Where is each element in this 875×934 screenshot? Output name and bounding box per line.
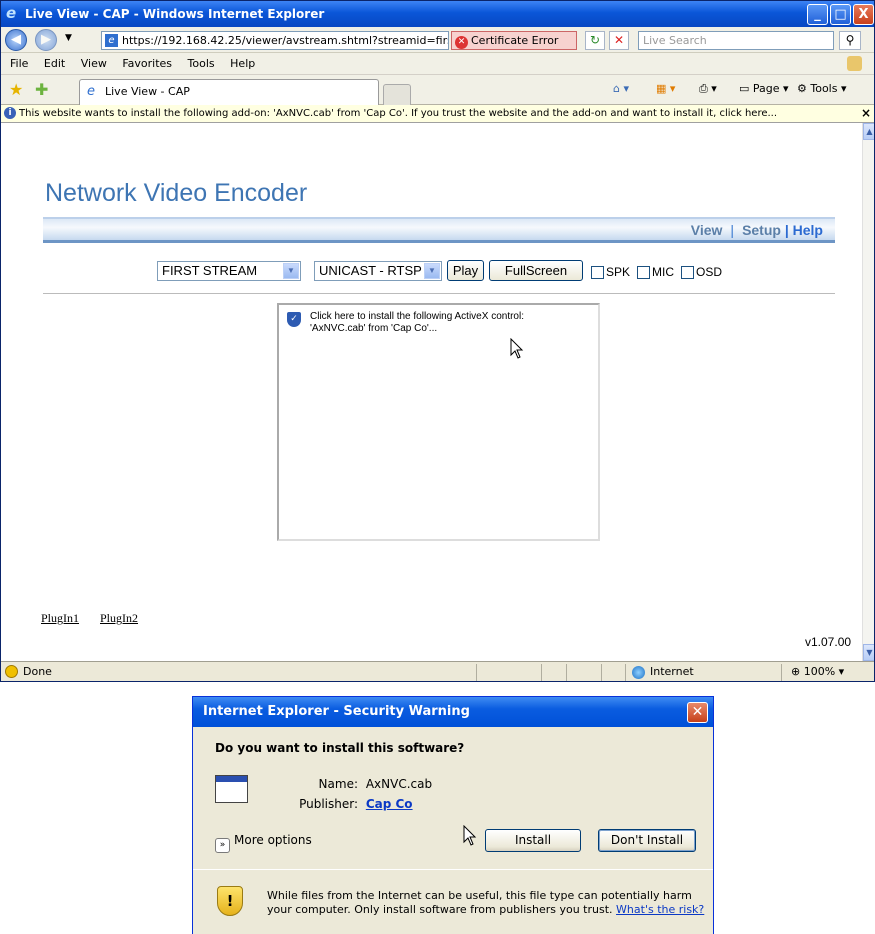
refresh-icon[interactable]: ↻ [585, 31, 605, 50]
scroll-up-icon[interactable]: ▲ [863, 123, 874, 140]
status-bar: Done Internet ⊕ 100% ▾ [1, 661, 874, 681]
nav-setup-link[interactable]: Setup [742, 222, 781, 238]
address-input[interactable]: e https://192.168.42.25/viewer/avstream.… [101, 31, 449, 50]
divider [193, 869, 713, 870]
search-input[interactable]: Live Search [638, 31, 834, 50]
toolbar-pin-icon[interactable] [847, 56, 862, 71]
maximize-button[interactable]: □ [830, 4, 851, 25]
chevron-down-icon: ▼ [424, 263, 440, 279]
print-icon[interactable]: ⎙ ▾ [699, 82, 717, 96]
mouse-cursor-icon [510, 338, 524, 359]
nav-view-link[interactable]: View [691, 222, 723, 238]
menu-bar: File Edit View Favorites Tools Help [1, 53, 874, 75]
plugin2-link[interactable]: PlugIn2 [100, 611, 138, 626]
home-icon[interactable]: ⌂ ▾ [613, 82, 629, 95]
stop-icon[interactable]: ✕ [609, 31, 629, 50]
plugin1-link[interactable]: PlugIn1 [41, 611, 79, 626]
page-menu[interactable]: ▭ Page ▾ [739, 82, 789, 95]
ie-logo-icon: e [6, 4, 17, 22]
publisher-link[interactable]: Cap Co [366, 797, 413, 811]
feeds-icon[interactable]: ▦ ▾ [656, 82, 675, 95]
install-button[interactable]: Install [485, 829, 581, 852]
chevron-down-icon: » [215, 838, 230, 853]
menu-help[interactable]: Help [230, 57, 255, 70]
tab-ie-icon: e [87, 84, 95, 99]
vertical-scrollbar[interactable]: ▲ ▼ [862, 123, 874, 661]
mic-label: MIC [652, 265, 674, 279]
certificate-error-button[interactable]: ✕ Certificate Error [451, 31, 577, 50]
status-text: Done [23, 665, 52, 678]
name-value: AxNVC.cab [365, 777, 433, 791]
history-dropdown-icon[interactable]: ▼ [65, 33, 72, 43]
osd-label: OSD [696, 265, 723, 279]
whats-the-risk-link[interactable]: What's the risk? [616, 903, 704, 916]
close-button[interactable]: X [853, 4, 874, 25]
page-title: Network Video Encoder [45, 179, 308, 207]
title-bar: e Live View - CAP - Windows Internet Exp… [1, 1, 874, 27]
favorites-star-icon[interactable]: ★ [9, 80, 23, 99]
zone-label: Internet [650, 665, 694, 678]
search-icon[interactable]: ⚲ [839, 31, 861, 50]
shield-icon: ✓ [287, 312, 301, 327]
tab-live-view[interactable]: e Live View - CAP [79, 79, 379, 105]
menu-tools[interactable]: Tools [188, 57, 215, 70]
done-icon [5, 665, 18, 678]
activex-placeholder[interactable]: ✓ Click here to install the following Ac… [277, 303, 600, 541]
warning-shield-icon: ! [217, 886, 243, 916]
new-tab-button[interactable] [383, 84, 411, 105]
divider [43, 293, 835, 294]
back-icon[interactable]: ◀ [5, 29, 27, 51]
fullscreen-button[interactable]: FullScreen [489, 260, 583, 281]
menu-edit[interactable]: Edit [44, 57, 65, 70]
tab-bar: ★ ✚ e Live View - CAP ⌂ ▾ ▦ ▾ ⎙ ▾ ▭ Page… [1, 75, 874, 105]
stream-select[interactable]: FIRST STREAM ▼ [157, 261, 301, 281]
publisher-label: Publisher: [299, 797, 358, 811]
name-label: Name: [318, 777, 358, 791]
zoom-control[interactable]: ⊕ 100% ▾ [791, 662, 844, 681]
application-icon [215, 775, 248, 803]
page-content: Network Video Encoder View | Setup | Help … [1, 123, 862, 661]
protocol-select[interactable]: UNICAST - RTSP ▼ [314, 261, 442, 281]
chevron-down-icon: ▼ [283, 263, 299, 279]
dialog-question: Do you want to install this software? [215, 741, 465, 755]
forward-icon[interactable]: ▶ [35, 29, 57, 51]
minimize-button[interactable]: _ [807, 4, 828, 25]
menu-file[interactable]: File [10, 57, 28, 70]
mouse-cursor-icon [463, 825, 477, 846]
dont-install-button[interactable]: Don't Install [598, 829, 696, 852]
version-label: v1.07.00 [805, 635, 852, 649]
add-favorite-icon[interactable]: ✚ [35, 80, 48, 99]
more-options-button[interactable]: » More options [215, 833, 312, 853]
ie-window: e Live View - CAP - Windows Internet Exp… [0, 0, 875, 682]
info-icon: i [4, 107, 16, 119]
nav-bar: View | Setup | Help [43, 217, 835, 243]
certificate-error-icon: ✕ [455, 36, 468, 49]
menu-view[interactable]: View [81, 57, 107, 70]
page-icon: e [105, 34, 118, 47]
activex-message: Click here to install the following Acti… [310, 311, 524, 334]
dialog-title: Internet Explorer - Security Warning [193, 697, 713, 727]
osd-checkbox[interactable] [681, 266, 694, 279]
scroll-down-icon[interactable]: ▼ [863, 644, 874, 661]
tools-menu[interactable]: ⚙ Tools ▾ [797, 82, 847, 95]
security-warning-dialog: Internet Explorer - Security Warning ✕ D… [192, 696, 714, 934]
warning-text: While files from the Internet can be use… [267, 889, 705, 916]
zoom-icon: ⊕ [791, 665, 801, 678]
spk-label: SPK [606, 265, 631, 279]
dialog-close-button[interactable]: ✕ [687, 702, 708, 723]
globe-icon [632, 666, 645, 679]
address-bar-row: ◀ ▶ ▼ e https://192.168.42.25/viewer/avs… [1, 27, 874, 53]
infobar-close-icon[interactable]: × [861, 105, 871, 122]
nav-help-link[interactable]: | Help [785, 222, 823, 238]
information-bar[interactable]: i This website wants to install the foll… [1, 105, 874, 123]
mic-checkbox[interactable] [637, 266, 650, 279]
window-title: Live View - CAP - Windows Internet Explo… [25, 7, 325, 21]
spk-checkbox[interactable] [591, 266, 604, 279]
play-button[interactable]: Play [447, 260, 484, 281]
menu-favorites[interactable]: Favorites [122, 57, 172, 70]
